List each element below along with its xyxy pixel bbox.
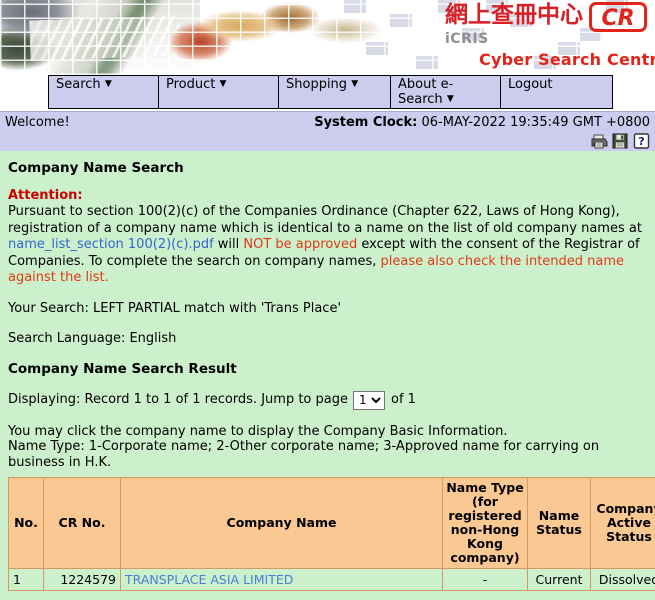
result-heading: Company Name Search Result	[8, 360, 237, 377]
nav-item-search[interactable]: Search ▼	[48, 75, 159, 109]
system-clock-value: 06-MAY-2022 19:35:49 GMT +0800	[421, 115, 651, 130]
column-header-name-status: Name Status	[527, 477, 591, 569]
column-header-name-type: Name Type (for registered non-Hong Kong …	[442, 477, 528, 569]
cell-name-type: -	[442, 568, 528, 591]
nav-item-logout[interactable]: Logout	[500, 75, 613, 109]
chevron-down-icon: ▼	[446, 94, 454, 104]
results-note-line2: Name Type: 1-Corporate name; 2-Other cor…	[8, 439, 600, 470]
status-bar: Welcome! System Clock: 06-MAY-2022 19:35…	[0, 111, 655, 151]
total-pages: 1	[407, 392, 416, 407]
jump-to-page-select[interactable]: 1	[352, 390, 385, 410]
nav-item-about-esearch-label: About e-Search	[398, 77, 454, 107]
main-content: Company Name Search Attention: Pursuant …	[0, 151, 655, 600]
attention-block: Attention: Pursuant to section 100(2)(c)…	[8, 188, 647, 287]
nav-item-about-esearch[interactable]: About e-Search ▼	[390, 75, 501, 109]
results-table: No. CR No. Company Name Name Type (for r…	[8, 477, 655, 591]
toolbar-icons: ?	[591, 133, 650, 149]
system-clock: System Clock: 06-MAY-2022 19:35:49 GMT +…	[314, 115, 650, 130]
displaying-records-text: Displaying: Record 1 to 1 of 1 records. …	[8, 392, 348, 407]
icris-wordmark: iCRIS	[445, 31, 489, 47]
main-navigation: Search ▼ Product ▼ Shopping ▼ About e-Se…	[0, 75, 655, 111]
cell-cr-no: 1224579	[43, 568, 121, 591]
attention-body: Pursuant to section 100(2)(c) of the Com…	[8, 204, 647, 287]
cell-name-status: Current	[527, 568, 591, 591]
nav-item-shopping[interactable]: Shopping ▼	[278, 75, 391, 109]
of-label: of	[390, 392, 404, 407]
save-icon[interactable]	[612, 133, 629, 149]
chevron-down-icon: ▼	[351, 79, 359, 89]
svg-text:?: ?	[638, 135, 644, 148]
cell-no: 1	[8, 568, 44, 591]
attention-text-part1: Pursuant to section 100(2)(c) of the Com…	[8, 204, 642, 236]
name-list-pdf-link[interactable]: name_list_section 100(2)(c).pdf	[8, 237, 214, 252]
nav-item-logout-label: Logout	[508, 77, 553, 92]
banner-branding: 網上查冊中心 CR iCRIS Cyber Search Centre	[439, 2, 655, 74]
attention-text-part2: will	[213, 237, 244, 252]
chevron-down-icon: ▼	[219, 79, 227, 89]
results-note: You may click the company name to displa…	[8, 424, 647, 471]
welcome-message: Welcome!	[5, 115, 70, 130]
cyber-search-centre-subtitle: Cyber Search Centre	[479, 50, 655, 69]
attention-label: Attention:	[8, 188, 83, 203]
column-header-no: No.	[8, 477, 44, 569]
cell-company-name: TRANSPLACE ASIA LIMITED	[120, 568, 443, 591]
cr-logo: CR	[589, 2, 647, 32]
cell-active-status: Dissolved	[590, 568, 655, 591]
company-name-link[interactable]: TRANSPLACE ASIA LIMITED	[125, 572, 293, 587]
chevron-down-icon: ▼	[104, 79, 112, 89]
attention-emphasis-not-approved: NOT be approved	[243, 237, 358, 252]
nav-item-shopping-label: Shopping	[286, 77, 348, 92]
print-icon[interactable]	[591, 133, 608, 149]
pagination-row: Displaying: Record 1 to 1 of 1 records. …	[8, 390, 647, 410]
system-clock-label: System Clock:	[314, 115, 418, 130]
nav-item-product-label: Product	[166, 77, 216, 92]
results-table-body: 1 1224579 TRANSPLACE ASIA LIMITED - Curr…	[8, 568, 655, 591]
nav-table: Search ▼ Product ▼ Shopping ▼ About e-Se…	[48, 75, 613, 109]
results-note-line1: You may click the company name to displa…	[8, 423, 508, 439]
your-search-summary: Your Search: LEFT PARTIAL match with 'Tr…	[8, 300, 342, 316]
table-header-row: No. CR No. Company Name Name Type (for r…	[8, 477, 655, 569]
banner-photo-collage	[170, 0, 470, 75]
page-title: Company Name Search	[8, 160, 184, 176]
nav-item-search-label: Search	[56, 77, 101, 92]
results-table-head: No. CR No. Company Name Name Type (for r…	[8, 477, 655, 569]
column-header-company-name: Company Name	[120, 477, 443, 569]
nav-item-product[interactable]: Product ▼	[158, 75, 279, 109]
column-header-cr-no: CR No.	[43, 477, 121, 569]
site-banner: 網上查冊中心 CR iCRIS Cyber Search Centre	[0, 0, 655, 75]
table-row: 1 1224579 TRANSPLACE ASIA LIMITED - Curr…	[8, 568, 655, 591]
help-icon[interactable]: ?	[633, 133, 650, 149]
banner-chinese-title: 網上查冊中心	[445, 2, 583, 28]
search-language: Search Language: English	[8, 330, 177, 346]
column-header-active-status: Company Active Status	[590, 477, 655, 569]
